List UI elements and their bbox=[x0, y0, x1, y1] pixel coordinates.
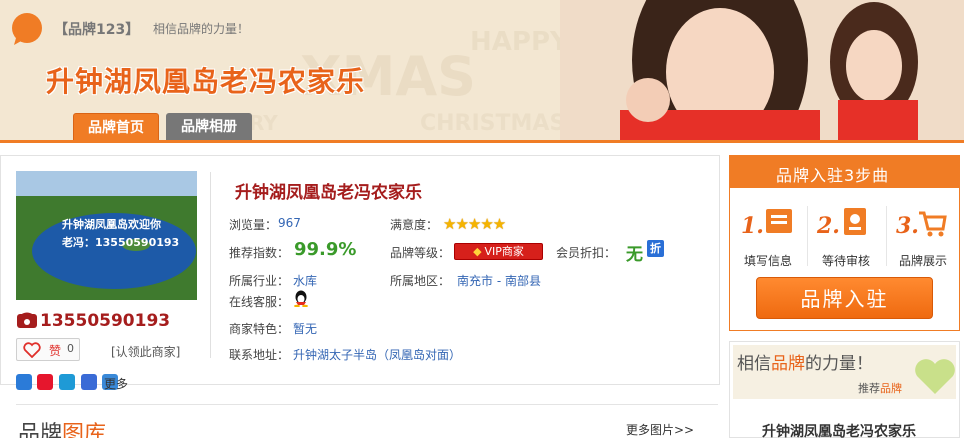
claim-business-link[interactable]: [认领此商家] bbox=[111, 343, 180, 360]
header-banner: XMAS HAPPY MERRY CHRISTMAS 【品牌123】 相信品牌的… bbox=[0, 0, 964, 143]
trust-title-c: 的力量！ bbox=[805, 354, 873, 374]
gallery-heading-a: 品牌 bbox=[18, 422, 63, 438]
recommended-brand-name[interactable]: 升钟湖凤凰岛老冯农家乐 bbox=[762, 421, 916, 438]
tab-brand-album[interactable]: 品牌相册 bbox=[166, 113, 252, 141]
slogan: 相信品牌的力量！ bbox=[153, 22, 250, 36]
phone-number: 13550590193 bbox=[40, 311, 171, 331]
heart-icon bbox=[915, 359, 955, 394]
feature-value: 暂无 bbox=[293, 322, 318, 336]
photo-caption-contact: 老冯：13550590193 bbox=[62, 236, 180, 249]
form-icon bbox=[766, 209, 792, 233]
step-divider bbox=[807, 206, 808, 266]
views-label: 浏览量： bbox=[229, 218, 278, 232]
heart-icon bbox=[23, 342, 41, 358]
like-label: 赞 bbox=[49, 344, 62, 358]
trust-subtitle: 推荐品牌 bbox=[858, 380, 902, 396]
share-more-link[interactable]: 更多 bbox=[104, 375, 128, 392]
discount-label: 会员折扣： bbox=[556, 246, 617, 260]
section-divider bbox=[16, 404, 718, 405]
recommend-value: 99.9% bbox=[294, 239, 357, 260]
svg-text:HAPPY: HAPPY bbox=[470, 27, 570, 57]
qq-service-icon[interactable] bbox=[293, 290, 309, 307]
discount-value: 无 bbox=[626, 245, 643, 265]
region-link[interactable]: 南充市 - 南部县 bbox=[457, 272, 541, 289]
join-steps-title: 品牌入驻3步曲 bbox=[776, 166, 890, 185]
weibo-share-icon[interactable] bbox=[37, 374, 53, 390]
address-label: 联系地址： bbox=[229, 348, 290, 362]
gallery-heading: 品牌图库 bbox=[18, 416, 106, 438]
level-label: 品牌等级： bbox=[390, 246, 451, 260]
brand-join-button[interactable]: 品牌入驻 bbox=[756, 277, 933, 319]
pengyou-share-icon[interactable] bbox=[59, 374, 75, 390]
svg-text:CHRISTMAS: CHRISTMAS bbox=[420, 111, 565, 136]
industry-label: 所属行业： bbox=[229, 274, 290, 288]
industry-link[interactable]: 水库 bbox=[293, 272, 317, 289]
step-1-label: 填写信息 bbox=[744, 254, 793, 268]
step-2-label: 等待审核 bbox=[822, 254, 871, 268]
address-value: 升钟湖太子半岛（凤凰岛对面） bbox=[293, 348, 462, 362]
trust-sub-b: 品牌 bbox=[880, 382, 902, 395]
trust-title: 相信品牌的力量！ bbox=[737, 349, 873, 374]
like-button[interactable]: 赞 0 bbox=[16, 338, 80, 361]
trust-title-b: 品牌 bbox=[771, 354, 805, 374]
review-icon bbox=[844, 208, 866, 235]
trust-sub-a: 推荐 bbox=[858, 382, 880, 395]
trust-title-a: 相信 bbox=[737, 354, 771, 374]
shopping-cart-icon bbox=[919, 211, 947, 237]
gallery-heading-b: 图库 bbox=[62, 422, 107, 438]
step-3-number: 3. bbox=[896, 213, 919, 239]
recommend-label: 推荐指数： bbox=[229, 246, 290, 260]
discount-icon: 折 bbox=[647, 240, 664, 257]
phone-icon bbox=[17, 312, 37, 328]
step-divider bbox=[886, 206, 887, 266]
feature-label: 商家特色： bbox=[229, 322, 290, 336]
qzone-share-icon[interactable] bbox=[16, 374, 32, 390]
chat-bubble-logo-icon[interactable] bbox=[10, 12, 44, 46]
views-value: 967 bbox=[278, 216, 301, 230]
page-title: 升钟湖凤凰岛老冯农家乐 bbox=[46, 65, 366, 98]
shop-title: 升钟湖凤凰岛老冯农家乐 bbox=[235, 183, 422, 203]
renren-share-icon[interactable] bbox=[81, 374, 97, 390]
region-label: 所属地区： bbox=[390, 274, 451, 288]
vip-badge: ◆ VIP商家 bbox=[454, 243, 543, 260]
service-label: 在线客服： bbox=[229, 295, 290, 309]
brand-tag[interactable]: 【品牌123】 bbox=[54, 19, 139, 39]
satisfaction-stars: ★★★★★ bbox=[443, 215, 506, 233]
diamond-icon: ◆ bbox=[473, 245, 482, 258]
step-2-number: 2. bbox=[817, 213, 840, 239]
step-1-number: 1. bbox=[741, 213, 764, 239]
more-photos-link[interactable]: 更多图片>> bbox=[626, 421, 694, 438]
tab-brand-home[interactable]: 品牌首页 bbox=[73, 113, 159, 141]
vip-badge-label: VIP商家 bbox=[484, 245, 524, 258]
divider bbox=[210, 172, 211, 358]
satisfaction-label: 满意度： bbox=[390, 218, 439, 232]
like-count: 0 bbox=[67, 342, 74, 355]
banner-underline bbox=[0, 140, 964, 143]
step-3-label: 品牌展示 bbox=[899, 254, 948, 268]
photo-caption-welcome: 升钟湖凤凰岛欢迎你 bbox=[62, 218, 161, 231]
